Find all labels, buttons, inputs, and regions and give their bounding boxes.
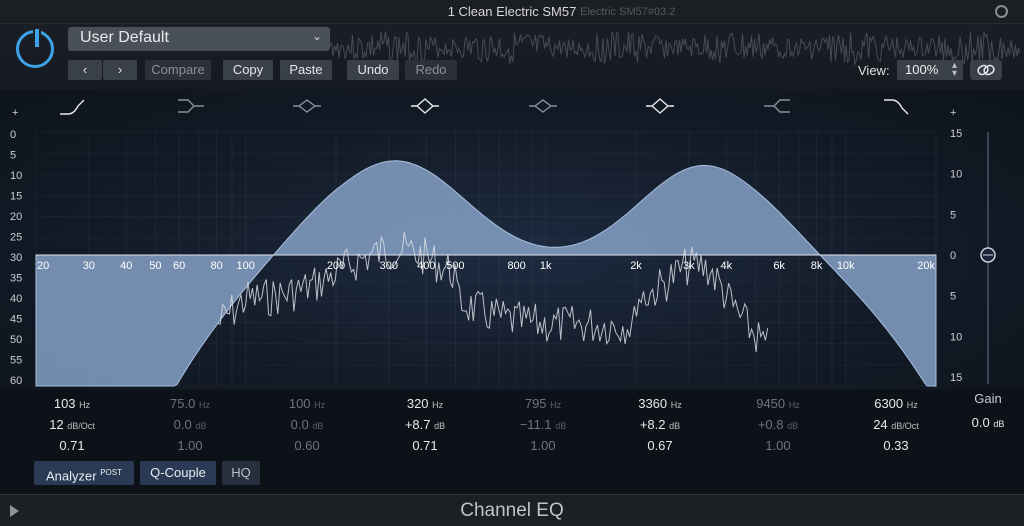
band-gain-slope[interactable]: +8.7 dB xyxy=(380,415,470,436)
frequency-label: 400 xyxy=(417,260,435,272)
frequency-label: 3k xyxy=(683,260,695,272)
plugin-window: 1 Clean Electric SM57 Electric SM57#03.2… xyxy=(0,0,1024,526)
right-scale-label: 15 xyxy=(950,372,962,384)
band-frequency[interactable]: 795 Hz xyxy=(498,394,588,415)
band-frequency[interactable]: 100 Hz xyxy=(262,394,352,415)
frequency-label: 10k xyxy=(837,260,855,272)
frequency-label: 60 xyxy=(173,260,185,272)
plus-right[interactable]: + xyxy=(950,107,956,119)
band-4-params[interactable]: 320 Hz +8.7 dB 0.71 xyxy=(380,394,470,456)
frequency-label: 800 xyxy=(507,260,525,272)
band-7-params[interactable]: 9450 Hz +0.8 dB 1.00 xyxy=(733,394,823,456)
left-scale-label: 35 xyxy=(10,273,22,285)
peak-band-icon[interactable] xyxy=(529,99,557,113)
band-1-params[interactable]: 103 Hz 12 dB/Oct 0.71 xyxy=(27,394,117,456)
frequency-label: 1k xyxy=(540,260,552,272)
band-2-params[interactable]: 75.0 Hz 0.0 dB 1.00 xyxy=(145,394,235,456)
band-frequency[interactable]: 75.0 Hz xyxy=(145,394,235,415)
gain-unit: dB xyxy=(993,419,1005,429)
band-q[interactable]: 0.33 xyxy=(851,436,941,456)
eq-curve[interactable] xyxy=(35,160,937,387)
right-scale-label: 15 xyxy=(950,128,962,140)
left-scale-label: 15 xyxy=(10,191,22,203)
q-couple-button[interactable]: Q-Couple xyxy=(140,461,216,485)
low-shelf-icon[interactable] xyxy=(178,99,204,113)
band-gain-slope[interactable]: +0.8 dB xyxy=(733,415,823,436)
frequency-label: 50 xyxy=(149,260,161,272)
analyzer-label: Analyzer xyxy=(46,468,97,484)
frequency-label: 80 xyxy=(210,260,222,272)
plus-left[interactable]: + xyxy=(12,107,18,119)
band-gain-slope[interactable]: −11.1 dB xyxy=(498,415,588,436)
right-scale-label: 10 xyxy=(950,169,962,181)
band-gain-slope[interactable]: 0.0 dB xyxy=(145,415,235,436)
gain-label: Gain xyxy=(974,391,1002,406)
frequency-label: 300 xyxy=(380,260,398,272)
hq-button[interactable]: HQ xyxy=(222,461,260,485)
band-frequency[interactable]: 103 Hz xyxy=(27,394,117,415)
band-q[interactable]: 0.67 xyxy=(615,436,705,456)
high-shelf-icon[interactable] xyxy=(764,99,790,113)
band-gain-slope[interactable]: 24 dB/Oct xyxy=(851,415,941,436)
footer-bar: Channel EQ xyxy=(0,494,1024,526)
frequency-label: 30 xyxy=(83,260,95,272)
left-scale-label: 20 xyxy=(10,211,22,223)
frequency-label: 40 xyxy=(120,260,132,272)
band-8-params[interactable]: 6300 Hz 24 dB/Oct 0.33 xyxy=(851,394,941,456)
frequency-label: 20 xyxy=(37,260,49,272)
frequency-label: 500 xyxy=(446,260,464,272)
peak-band-icon[interactable] xyxy=(293,99,321,113)
gain-number: 0.0 xyxy=(971,415,990,430)
frequency-label: 4k xyxy=(720,260,732,272)
frequency-label: 6k xyxy=(773,260,785,272)
analyzer-button[interactable]: Analyzer POST xyxy=(34,461,134,485)
peak-band-icon[interactable] xyxy=(646,98,674,114)
left-scale-label: 25 xyxy=(10,232,22,244)
band-q[interactable]: 1.00 xyxy=(145,436,235,456)
right-scale-label: 5 xyxy=(950,209,956,221)
analyzer-post-label: POST xyxy=(100,468,122,477)
band-gain-slope[interactable]: 0.0 dB xyxy=(262,415,352,436)
left-scale-label: 40 xyxy=(10,293,22,305)
right-scale-label: 10 xyxy=(950,331,962,343)
left-scale-label: 60 xyxy=(10,375,22,387)
left-scale-label: 55 xyxy=(10,355,22,367)
band-parameters: 103 Hz 12 dB/Oct 0.71 75.0 Hz 0.0 dB 1.00 100 … xyxy=(0,390,1024,456)
right-scale-label: 5 xyxy=(950,291,956,303)
band-gain-slope[interactable]: +8.2 dB xyxy=(615,415,705,436)
frequency-label: 8k xyxy=(811,260,823,272)
high-cut-icon[interactable] xyxy=(884,99,909,115)
band-q[interactable]: 0.71 xyxy=(380,436,470,456)
left-scale-label: 50 xyxy=(10,334,22,346)
band-5-params[interactable]: 795 Hz −11.1 dB 1.00 xyxy=(498,394,588,456)
gain-value[interactable]: 0.0 dB xyxy=(962,415,1014,430)
left-scale-label: 0 xyxy=(10,129,16,141)
left-scale-label: 5 xyxy=(10,150,16,162)
band-frequency[interactable]: 320 Hz xyxy=(380,394,470,415)
frequency-label: 2k xyxy=(630,260,642,272)
band-q[interactable]: 0.60 xyxy=(262,436,352,456)
peak-band-icon[interactable] xyxy=(411,98,439,114)
right-scale-label: 0 xyxy=(950,250,956,262)
plugin-name: Channel EQ xyxy=(460,500,564,521)
band-q[interactable]: 0.71 xyxy=(27,436,117,456)
frequency-label: 20k xyxy=(917,260,935,272)
frequency-label: 100 xyxy=(237,260,255,272)
band-3-params[interactable]: 100 Hz 0.0 dB 0.60 xyxy=(262,394,352,456)
band-q[interactable]: 1.00 xyxy=(733,436,823,456)
left-scale-label: 45 xyxy=(10,314,22,326)
band-frequency[interactable]: 6300 Hz xyxy=(851,394,941,415)
left-scale-label: 10 xyxy=(10,170,22,182)
left-scale-label: 30 xyxy=(10,252,22,264)
frequency-label: 200 xyxy=(327,260,345,272)
band-frequency[interactable]: 3360 Hz xyxy=(615,394,705,415)
band-gain-slope[interactable]: 12 dB/Oct xyxy=(27,415,117,436)
band-q[interactable]: 1.00 xyxy=(498,436,588,456)
band-frequency[interactable]: 9450 Hz xyxy=(733,394,823,415)
band-6-params[interactable]: 3360 Hz +8.2 dB 0.67 xyxy=(615,394,705,456)
low-cut-icon[interactable] xyxy=(60,99,85,115)
